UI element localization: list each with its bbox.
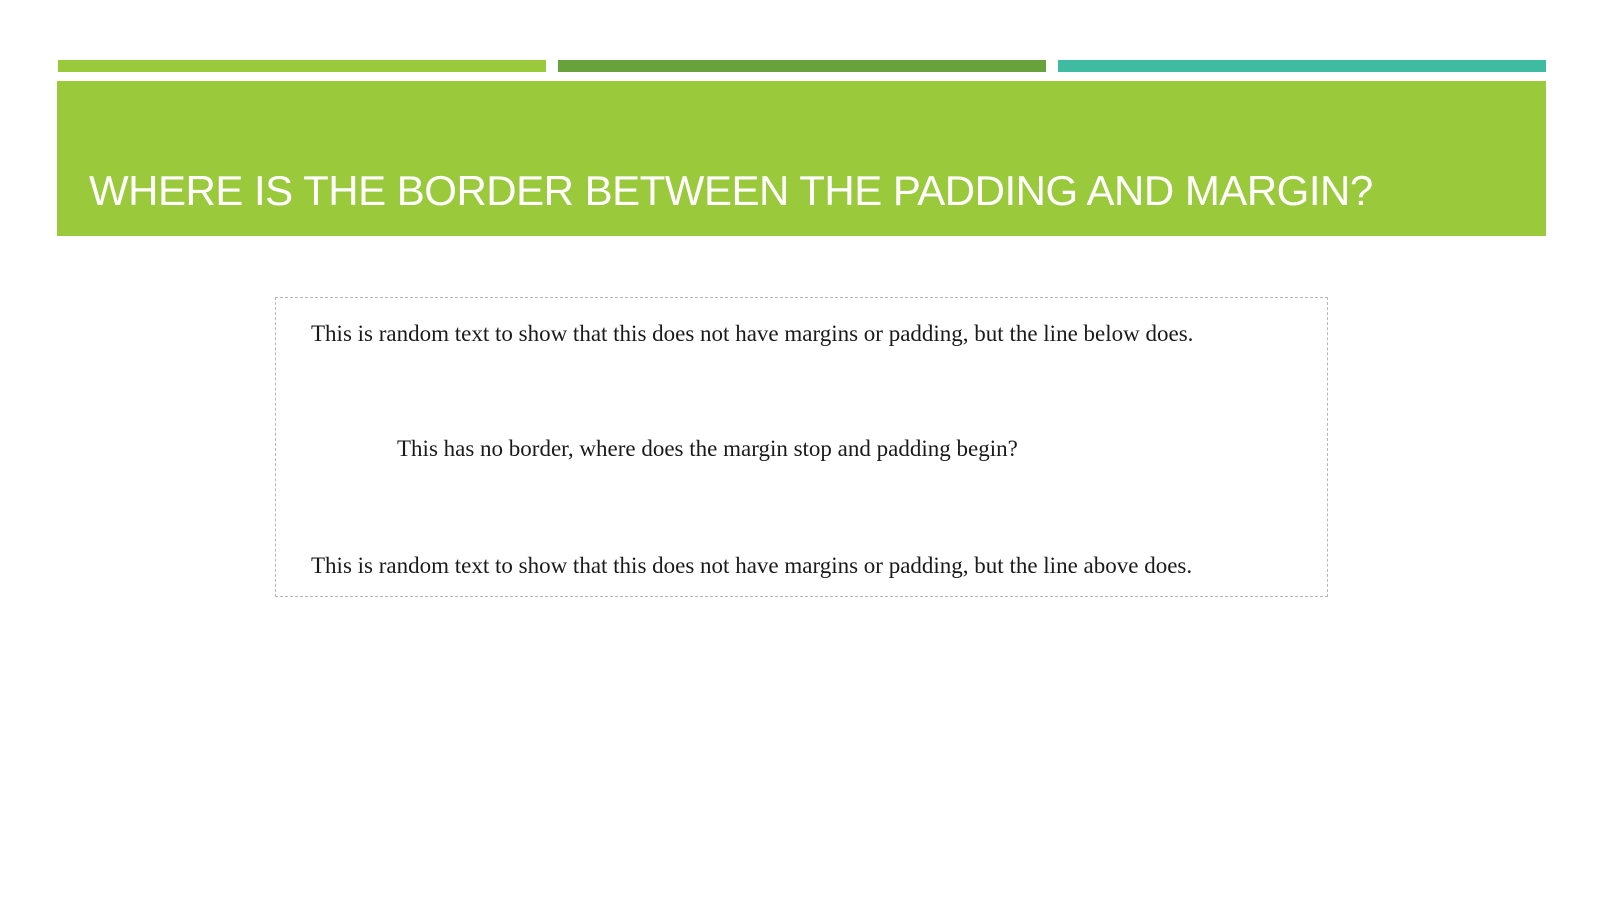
accent-bar-teal <box>1058 60 1546 72</box>
accent-bar-lime <box>58 60 546 72</box>
slide: WHERE IS THE BORDER BETWEEN THE PADDING … <box>0 0 1600 900</box>
demo-line-bottom: This is random text to show that this do… <box>311 553 1193 578</box>
title-band: WHERE IS THE BORDER BETWEEN THE PADDING … <box>57 81 1546 236</box>
demo-line-middle: This has no border, where does the margi… <box>397 436 1018 461</box>
accent-bar-green <box>558 60 1046 72</box>
demo-box: This is random text to show that this do… <box>275 297 1328 597</box>
slide-title: WHERE IS THE BORDER BETWEEN THE PADDING … <box>89 167 1373 214</box>
demo-line-top: This is random text to show that this do… <box>311 321 1194 346</box>
